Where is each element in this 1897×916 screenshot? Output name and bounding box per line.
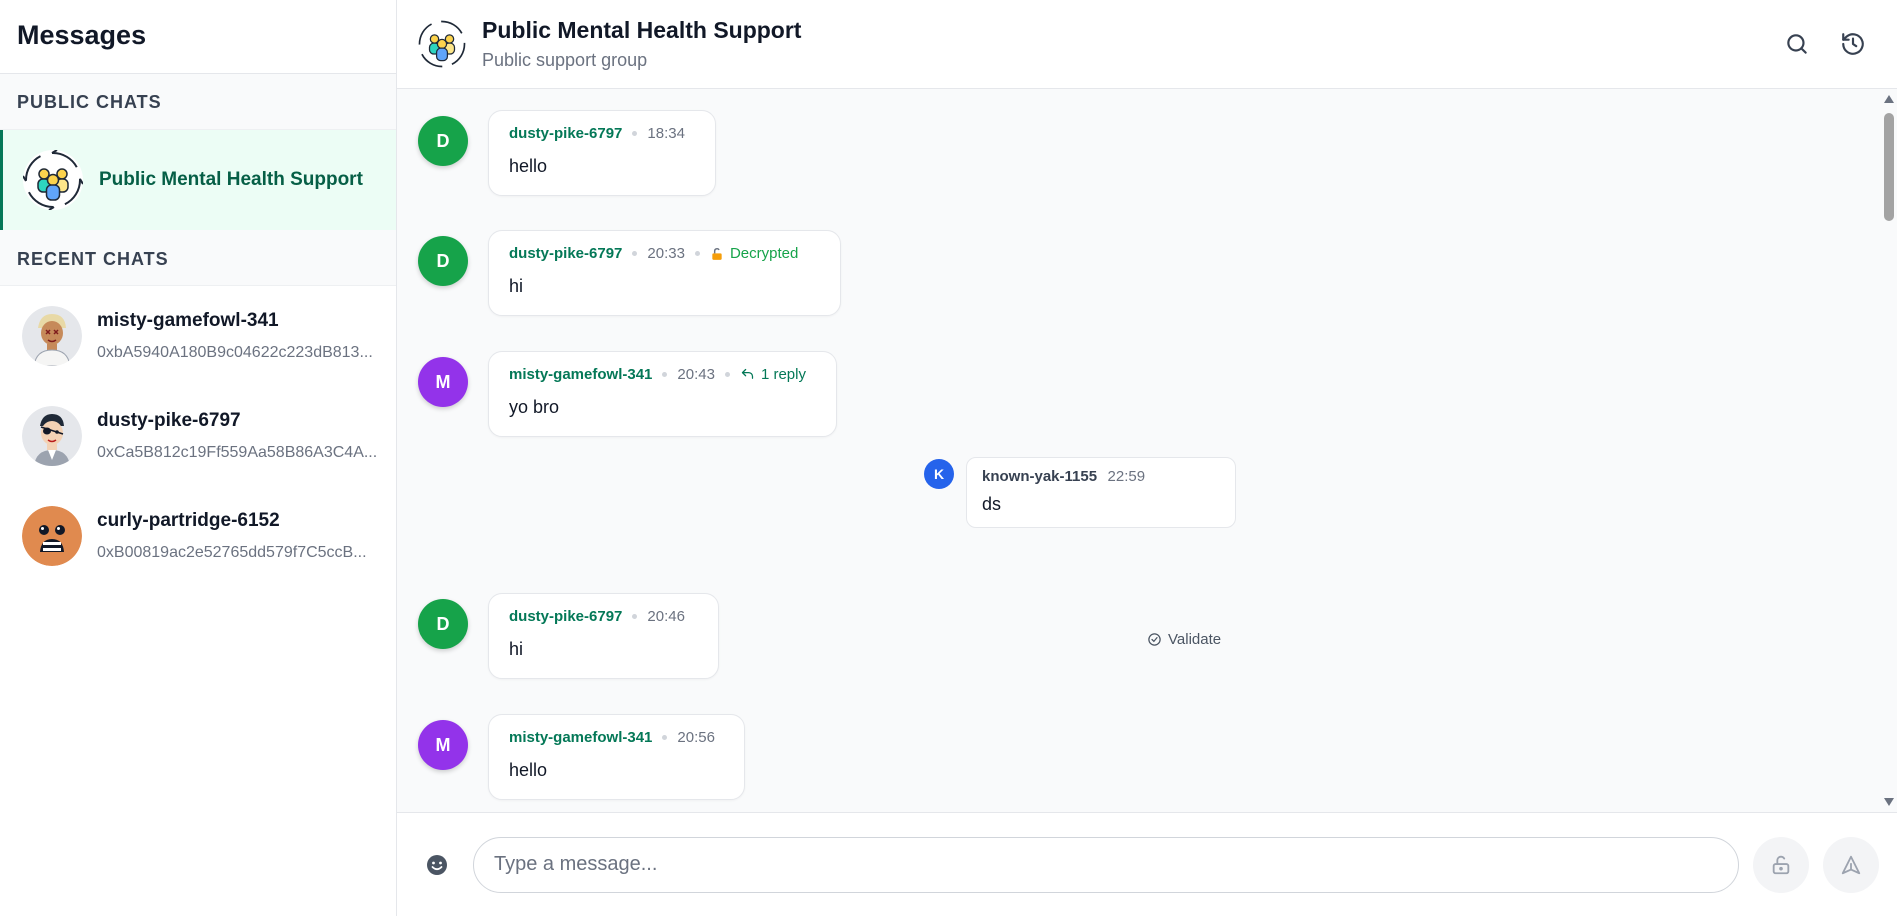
message-text: hi (509, 276, 524, 296)
avatar: K (924, 459, 954, 489)
public-chat-name: Public Mental Health Support (99, 169, 363, 190)
emoji-icon[interactable] (425, 853, 449, 877)
message-bubble: misty-gamefowl-341 20:56 hello (488, 714, 745, 800)
chat-header: Public Mental Health Support Public supp… (397, 0, 1897, 89)
history-icon[interactable] (1837, 28, 1869, 60)
message: D dusty-pike-6797 18:34 hello (418, 110, 716, 196)
message: M misty-gamefowl-341 20:56 hello (418, 714, 745, 800)
group-logo-icon (417, 19, 467, 69)
reply-icon (741, 368, 754, 379)
sidebar-item-dusty-pike[interactable]: dusty-pike-6797 0xCa5B812c19Ff559Aa58B86… (0, 386, 396, 486)
message-time: 20:56 (677, 729, 715, 746)
message-time: 20:33 (647, 245, 685, 262)
message-sender[interactable]: misty-gamefowl-341 (509, 729, 652, 746)
recent-chats-header: RECENT CHATS (0, 230, 396, 286)
message-composer (397, 812, 1897, 916)
public-chats-header: PUBLIC CHATS (0, 74, 396, 130)
message-bubble: misty-gamefowl-341 20:43 1 reply yo bro (488, 351, 837, 437)
separator-dot (632, 614, 638, 619)
avatar (22, 306, 82, 366)
message-text: hello (509, 156, 548, 176)
scrollbar[interactable] (1880, 89, 1897, 812)
app: Messages PUBLIC CHATS Public Mental Heal… (0, 0, 1897, 916)
message-input[interactable] (473, 836, 1739, 893)
unlock-icon (712, 247, 722, 260)
message: M misty-gamefowl-341 20:43 1 reply yo br… (418, 351, 837, 437)
reply-count-link[interactable]: 1 reply (740, 366, 806, 383)
scroll-down-arrow[interactable] (1884, 798, 1894, 806)
separator-dot (694, 251, 700, 256)
message: D dusty-pike-6797 20:46 hi (418, 593, 719, 679)
chat-subtitle: Public support group (482, 50, 648, 70)
separator-dot (724, 372, 730, 377)
message-time: 20:46 (647, 608, 685, 625)
validate-label: Validate (1168, 631, 1222, 648)
message-text: hello (509, 760, 548, 780)
chat-address: 0xCa5B812c19Ff559Aa58B86A3C4A... (97, 444, 378, 461)
chat-panel: Public Mental Health Support Public supp… (397, 0, 1897, 916)
separator-dot (632, 131, 638, 136)
avatar: M (418, 720, 468, 770)
avatar: D (418, 116, 468, 166)
sidebar-item-misty-gamefowl[interactable]: misty-gamefowl-341 0xbA5940A180B9c04622c… (0, 286, 396, 386)
decrypted-label: Decrypted (729, 245, 799, 262)
separator-dot (632, 251, 638, 256)
message-time: 20:43 (677, 366, 715, 383)
reply-count: 1 reply (760, 366, 806, 383)
avatar: M (418, 357, 468, 407)
thread-reply: K known-yak-1155 22:59 ds (924, 457, 1236, 528)
validate-button[interactable]: Validate (1147, 631, 1221, 648)
sidebar-item-public-chat[interactable]: Public Mental Health Support (0, 130, 396, 230)
scroll-up-arrow[interactable] (1884, 95, 1894, 103)
sidebar-item-curly-partridge[interactable]: curly-partridge-6152 0xB00819ac2e52765dd… (0, 486, 396, 586)
message-bubble: dusty-pike-6797 18:34 hello (488, 110, 716, 196)
message-text: yo bro (509, 397, 560, 417)
avatar (22, 506, 82, 566)
reply-text: ds (982, 494, 1002, 514)
avatar: D (418, 599, 468, 649)
message-time: 18:34 (647, 125, 685, 142)
reply-bubble: known-yak-1155 22:59 ds (966, 457, 1236, 528)
encrypt-toggle-button[interactable] (1753, 836, 1809, 893)
message-sender[interactable]: dusty-pike-6797 (509, 125, 622, 142)
avatar: D (418, 236, 468, 286)
search-icon[interactable] (1781, 28, 1813, 60)
avatar (22, 406, 82, 466)
chat-name: misty-gamefowl-341 (97, 310, 279, 331)
chat-address: 0xB00819ac2e52765dd579f7C5ccB... (97, 544, 367, 561)
reply-sender[interactable]: known-yak-1155 (982, 468, 1097, 485)
reply-time: 22:59 (1107, 468, 1146, 485)
chat-address: 0xbA5940A180B9c04622c223dB813... (97, 344, 373, 361)
check-circle-icon (1148, 633, 1161, 646)
separator-dot (662, 372, 668, 377)
decrypted-status: Decrypted (710, 245, 798, 262)
separator-dot (662, 735, 668, 740)
message: D dusty-pike-6797 20:33 Decrypted hi (418, 230, 841, 316)
message-sender[interactable]: dusty-pike-6797 (509, 608, 622, 625)
send-button[interactable] (1823, 836, 1879, 893)
message-list[interactable]: D dusty-pike-6797 18:34 hello D dusty-pi… (397, 89, 1897, 812)
scrollbar-thumb[interactable] (1884, 113, 1894, 221)
message-sender[interactable]: dusty-pike-6797 (509, 245, 622, 262)
message-bubble: dusty-pike-6797 20:33 Decrypted hi (488, 230, 841, 316)
chat-name: dusty-pike-6797 (97, 410, 241, 431)
send-icon (1841, 855, 1861, 874)
message-sender[interactable]: misty-gamefowl-341 (509, 366, 652, 383)
message-text: hi (509, 639, 524, 659)
chat-title: Public Mental Health Support (482, 17, 802, 43)
group-logo-icon (23, 150, 83, 210)
message-bubble: dusty-pike-6797 20:46 hi (488, 593, 719, 679)
chat-name: curly-partridge-6152 (97, 510, 280, 531)
sidebar: Messages PUBLIC CHATS Public Mental Heal… (0, 0, 397, 916)
unlock-icon (1772, 855, 1790, 874)
sidebar-title: Messages (0, 0, 396, 74)
